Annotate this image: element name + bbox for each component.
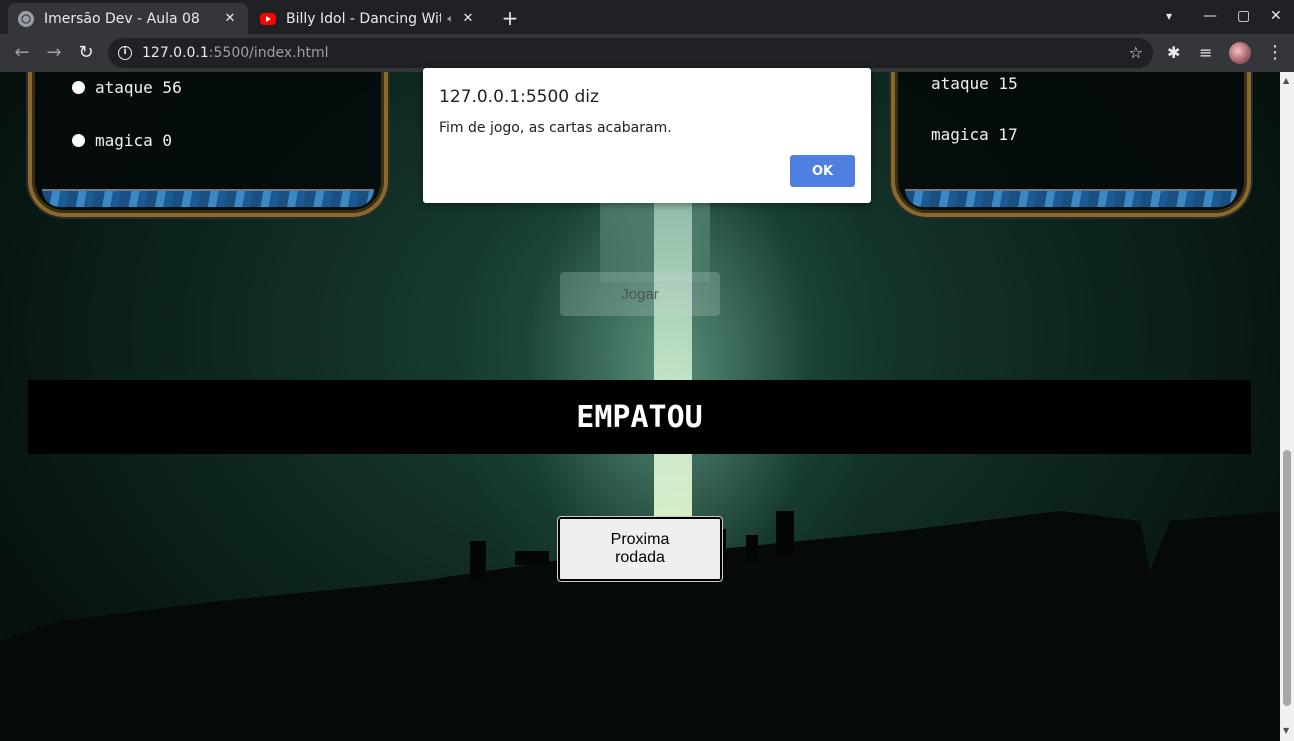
youtube-icon xyxy=(260,12,276,25)
info-icon[interactable]: i xyxy=(118,46,132,60)
globe-icon xyxy=(18,10,34,27)
ok-button[interactable]: OK xyxy=(790,155,855,187)
next-round-button[interactable]: Proxima rodada xyxy=(557,516,723,582)
result-banner: EMPATOU xyxy=(28,380,1251,454)
address-bar[interactable]: i 127.0.0.1 :5500/index.html ☆ xyxy=(108,38,1153,68)
attribute-option-ataque[interactable]: ataque 56 xyxy=(72,78,182,97)
attribute-label: magica 17 xyxy=(931,125,1018,144)
alert-message: Fim de jogo, as cartas acabaram. xyxy=(439,120,672,136)
attribute-ataque: ataque 15 xyxy=(931,74,1018,93)
card-water-border xyxy=(905,189,1237,207)
tab-title: Billy Idol - Dancing With xyxy=(286,10,442,27)
close-icon[interactable]: ✕ xyxy=(460,11,476,26)
attribute-magica: magica 17 xyxy=(931,125,1018,144)
result-text: EMPATOU xyxy=(576,399,703,435)
scroll-up-icon[interactable]: ▲ xyxy=(1283,76,1289,85)
minimize-icon[interactable]: — xyxy=(1203,8,1217,24)
radio-button[interactable] xyxy=(72,134,85,147)
extensions-icon[interactable]: ✱ xyxy=(1167,43,1180,62)
alert-title: 127.0.0.1:5500 diz xyxy=(439,87,599,107)
tab-billy-idol[interactable]: Billy Idol - Dancing With 🔈︎ ✕ xyxy=(250,3,486,34)
card-water-border xyxy=(42,189,374,207)
reload-icon[interactable]: ↻ xyxy=(75,42,97,63)
url-path: :5500/index.html xyxy=(208,45,329,61)
attribute-label: magica 0 xyxy=(95,131,173,150)
close-icon[interactable]: ✕ xyxy=(222,11,238,26)
speaker-icon[interactable]: 🔈︎ xyxy=(447,12,454,26)
scroll-down-icon[interactable]: ▼ xyxy=(1283,726,1289,735)
scrollbar-thumb[interactable] xyxy=(1283,450,1291,706)
tab-title: Imersão Dev - Aula 08 xyxy=(44,10,200,27)
tab-bar: Imersão Dev - Aula 08 ✕ Billy Idol - Dan… xyxy=(0,0,1294,34)
profile-avatar[interactable] xyxy=(1229,42,1251,64)
page-scrollbar[interactable]: ▲ ▼ xyxy=(1280,72,1294,741)
attribute-label: ataque 15 xyxy=(931,74,1018,93)
attribute-label: ataque 56 xyxy=(95,78,182,97)
forward-icon[interactable]: → xyxy=(43,42,65,63)
maximize-icon[interactable]: ▢ xyxy=(1237,8,1250,24)
tab-imersao-dev[interactable]: Imersão Dev - Aula 08 ✕ xyxy=(8,3,248,34)
window-close-icon[interactable]: ✕ xyxy=(1270,8,1282,24)
machine-card: ataque 15 magica 17 xyxy=(891,72,1251,217)
tab-search-icon[interactable]: ▾ xyxy=(1166,9,1172,23)
attribute-option-magica[interactable]: magica 0 xyxy=(72,131,172,150)
play-button[interactable]: Jogar xyxy=(560,272,720,316)
player-card: ataque 56 magica 0 xyxy=(28,72,388,217)
bookmark-star-icon[interactable]: ☆ xyxy=(1129,43,1143,62)
radio-button[interactable] xyxy=(72,81,85,94)
alert-dialog: 127.0.0.1:5500 diz Fim de jogo, as carta… xyxy=(423,68,871,203)
new-tab-button[interactable]: + xyxy=(498,6,522,30)
url-host: 127.0.0.1 xyxy=(142,45,209,61)
browser-toolbar: ← → ↻ i 127.0.0.1 :5500/index.html ☆ ✱ ≡… xyxy=(0,34,1294,72)
menu-icon[interactable]: ⋮ xyxy=(1266,42,1284,63)
back-icon[interactable]: ← xyxy=(11,42,33,63)
media-control-icon[interactable]: ≡ xyxy=(1199,43,1212,62)
